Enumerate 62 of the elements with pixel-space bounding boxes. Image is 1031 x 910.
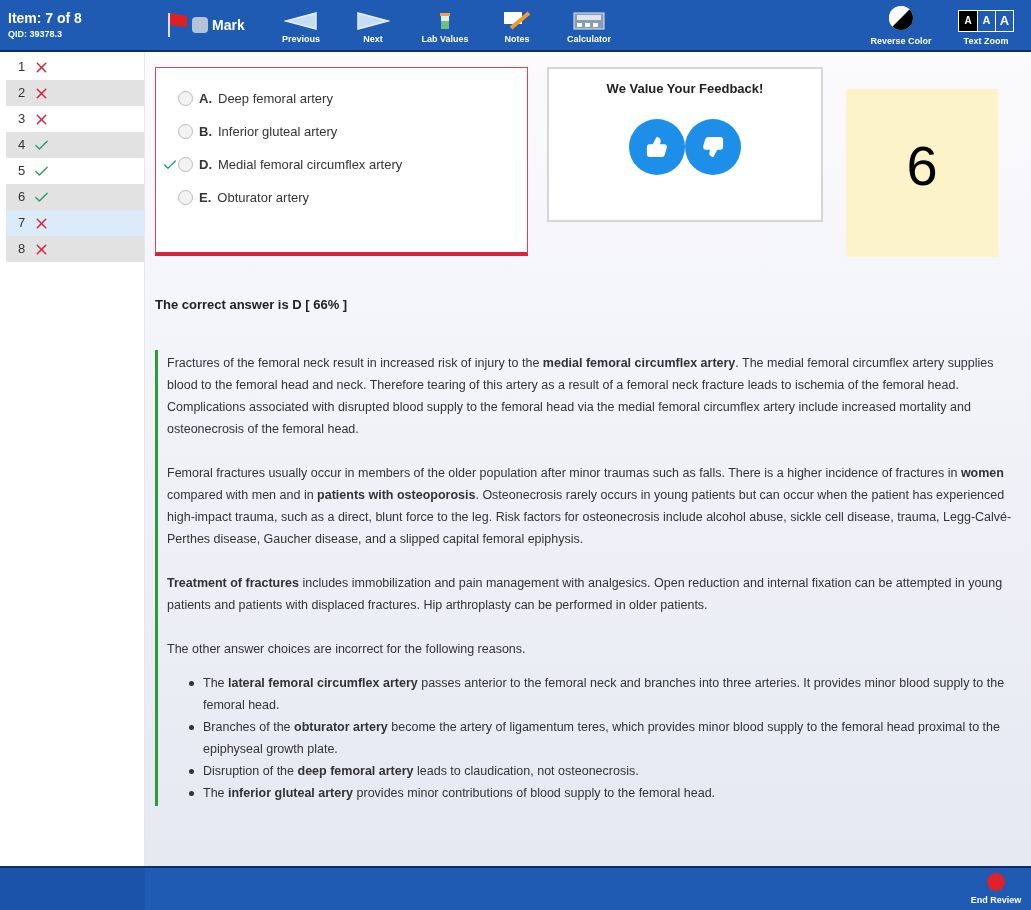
correct-answer-summary: The correct answer is D [ 66% ] (155, 296, 349, 314)
toolbar-button[interactable]: Lab Values (409, 0, 481, 50)
explanation-paragraph: Fractures of the femoral neck result in increased risk of injury to the medial femoral circumflex artery. The medial femoral circumflex artery supplies blood to the femoral head and neck. Therefore tearing of this artery as a result of a femoral neck fracture leads to ischemia of the femoral head. Complications associated with disrupted blood supply to the femoral head via the medial femoral circumflex artery include increased mortality and osteonecrosis of the femoral head. (167, 354, 995, 438)
bullet-icon (189, 724, 194, 730)
choice-text: Medial femoral circumflex artery (218, 155, 403, 174)
explanation-paragraph: The other answer choices are incorrect for the following reasons. (167, 640, 527, 658)
choice-text: Deep femoral artery (218, 89, 333, 108)
question-list-item[interactable]: 2 (6, 80, 144, 106)
reverse-color-button[interactable]: Reverse Color (861, 0, 941, 50)
radio-button[interactable] (178, 190, 193, 205)
toolbar-button[interactable]: Calculator (553, 0, 625, 50)
thumbs-down-icon (702, 135, 724, 158)
question-number: 6 (18, 188, 26, 207)
flag-icon (166, 11, 188, 39)
choice-letter: D. (199, 155, 212, 174)
question-number: 5 (18, 162, 26, 181)
mark-checkbox[interactable] (192, 17, 208, 33)
explanation-bullet: The inferior gluteal artery provides minor contributions of blood supply to the femoral head. (203, 784, 716, 802)
explanation-paragraph: Femoral fractures usually occur in members of the older population after minor traumas such as falls. There is a higher incidence of fractures in women compared with men and in patients with osteoporosis. Osteonecrosis rarely occurs in young patients but can occur when the patient has experienced high-impact trauma, such as a direct, blunt force to the leg. Risk factors for osteonecrosis include alcohol abuse, sickle cell disease, trauma, Legg-Calvé-Perthes disease, Gaucher disease, and a slipped capital femoral epiphysis. (167, 464, 1013, 548)
question-list-item[interactable]: 8 (6, 236, 144, 262)
choice-letter: B. (199, 122, 212, 141)
notepad-pencil-icon (503, 9, 531, 30)
mark-label: Mark (212, 15, 245, 35)
left-triangle-icon (284, 11, 318, 30)
choice-letter: A. (199, 89, 212, 108)
explanation-paragraph: Treatment of fractures includes immobilization and pain management with analgesics. Open reduction and internal fixation can be attempted in young patients and patients with displaced fractures. Hip arthroplasty can be performed in older patients. (167, 574, 1004, 614)
text-size-button[interactable]: A (959, 10, 977, 31)
right-triangle-icon (356, 11, 390, 30)
contrast-icon (888, 4, 914, 31)
question-id: QID: 39378.3 (8, 28, 64, 42)
question-list-item[interactable]: 6 (6, 184, 144, 210)
question-number: 4 (18, 136, 26, 155)
question-list-item[interactable]: 7 (6, 210, 144, 236)
toolbar-button[interactable]: Notes (481, 0, 553, 50)
flask-icon (438, 11, 452, 30)
radio-button[interactable] (178, 91, 193, 106)
question-number: 3 (18, 110, 26, 129)
question-number: 2 (18, 84, 26, 103)
note-text: 6 (906, 133, 938, 199)
explanation-bullet: The lateral femoral circumflex artery passes anterior to the femoral neck and branches into three arteries. It provides minor blood supply to the femoral head. (203, 674, 1006, 714)
item-counter: Item: 7 of 8 (8, 9, 83, 29)
radio-button[interactable] (178, 157, 193, 172)
feedback-title: We Value Your Feedback! (606, 80, 764, 98)
text-zoom-label: Text Zoom (963, 34, 1009, 48)
explanation-bullet: Branches of the obturator artery become the artery of ligamentum teres, which provides minor blood supply to the femoral head proximal to the epiphyseal growth plate. (203, 718, 1001, 758)
radio-button[interactable] (178, 124, 193, 139)
calculator-icon (573, 11, 605, 30)
question-number: 1 (18, 58, 26, 77)
choice-text: Obturator artery (217, 188, 310, 207)
question-number: 7 (18, 214, 26, 233)
bullet-icon (189, 768, 194, 774)
question-list-item[interactable]: 4 (6, 132, 144, 158)
thumbs-up-icon (646, 135, 668, 158)
question-number: 8 (18, 240, 26, 259)
choice-letter: E. (199, 188, 212, 207)
toolbar-button[interactable]: Previous (265, 0, 337, 50)
toolbar-button[interactable]: Next (337, 0, 409, 50)
end-review-button[interactable]: End Review (961, 868, 1031, 910)
choice-text: Inferior gluteal artery (218, 122, 338, 141)
bullet-icon (189, 680, 194, 686)
bullet-icon (189, 790, 194, 796)
explanation-bullet: Disruption of the deep femoral artery leads to claudication, not osteonecrosis. (203, 762, 639, 780)
